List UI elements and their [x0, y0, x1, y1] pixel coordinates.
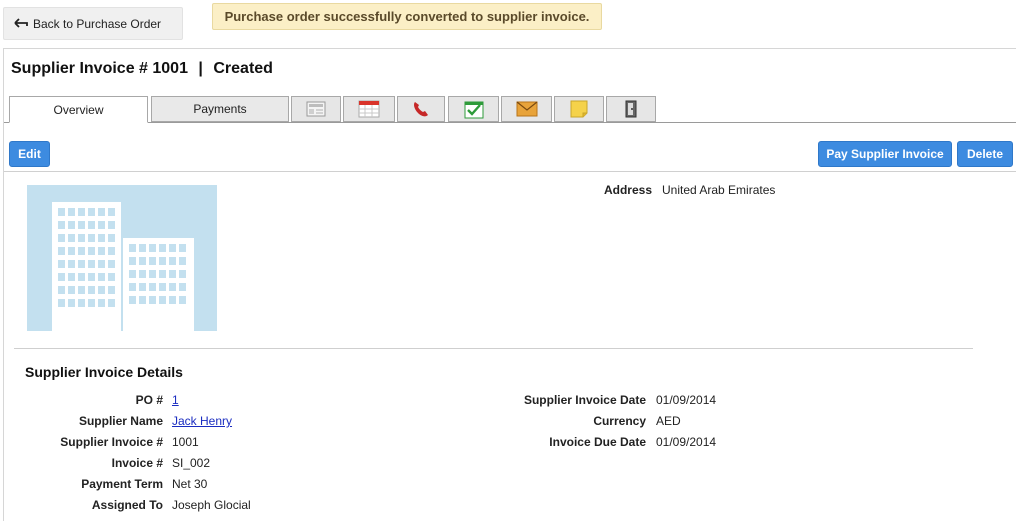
detail-label: Currency [593, 414, 646, 428]
tab-payments[interactable]: Payments [151, 96, 289, 122]
tab-phone[interactable] [397, 96, 445, 122]
delete-button[interactable]: Delete [957, 141, 1013, 167]
section-divider [14, 348, 973, 349]
tab-note[interactable] [554, 96, 604, 122]
detail-label: Invoice # [111, 456, 163, 470]
action-toolbar: Edit Pay Supplier Invoice Delete [4, 124, 1016, 172]
detail-value: Joseph Glocial [172, 498, 251, 512]
detail-label: Payment Term [81, 477, 163, 491]
details-left-list: PO # 1 Supplier Name Jack Henry Supplier… [4, 391, 716, 521]
detail-value: SI_002 [172, 456, 211, 470]
success-toast: Purchase order successfully converted to… [212, 3, 602, 30]
invoice-panel: Supplier Invoice # 1001 | Created Overvi… [3, 48, 1016, 521]
invoice-title: Supplier Invoice # 1001 [11, 60, 188, 77]
detail-value: AED [656, 414, 681, 428]
pay-supplier-invoice-button[interactable]: Pay Supplier Invoice [818, 141, 952, 167]
tab-email[interactable] [501, 96, 552, 122]
tab-calendar[interactable] [343, 96, 395, 122]
tab-task[interactable] [448, 96, 499, 122]
detail-row-assigned-to: Assigned To Joseph Glocial [4, 498, 644, 516]
detail-label: Supplier Invoice Date [523, 393, 646, 407]
detail-row-payment-term: Payment Term Net 30 [4, 477, 644, 495]
back-arrow-icon [14, 17, 28, 28]
phone-icon [414, 102, 428, 117]
tab-newsletter[interactable] [291, 96, 341, 122]
back-to-purchase-order-button[interactable]: Back to Purchase Order [3, 7, 183, 40]
detail-value: 01/09/2014 [656, 435, 717, 449]
exit-door-icon [625, 100, 637, 118]
building-icon [52, 202, 194, 331]
details-section-title: Supplier Invoice Details [25, 364, 183, 380]
back-button-label: Back to Purchase Order [33, 16, 162, 31]
detail-row-supplier-invoice-date: Supplier Invoice Date 01/09/2014 [4, 393, 716, 411]
detail-label: Assigned To [91, 498, 163, 512]
task-check-icon [464, 101, 483, 119]
tab-bar: Overview Payments [4, 95, 1016, 123]
address-value: United Arab Emirates [662, 183, 776, 197]
calendar-icon [358, 100, 380, 118]
invoice-status: Created [213, 60, 273, 77]
tab-label: Overview [53, 102, 104, 117]
top-bar: Back to Purchase Order Purchase order su… [0, 0, 1016, 48]
detail-value: 01/09/2014 [656, 393, 717, 407]
tab-baseline [4, 122, 1016, 123]
detail-value: Net 30 [172, 477, 208, 491]
detail-row-currency: Currency AED [4, 414, 680, 432]
supplier-image [27, 185, 217, 331]
detail-label: Invoice Due Date [549, 435, 646, 449]
page-title: Supplier Invoice # 1001 | Created [11, 60, 273, 78]
email-envelope-icon [516, 101, 537, 117]
detail-row-invoice-due-date: Invoice Due Date 01/09/2014 [4, 435, 716, 453]
title-separator: | [198, 60, 203, 77]
detail-row-invoice-number: Invoice # SI_002 [4, 456, 644, 474]
tab-exit[interactable] [606, 96, 656, 122]
tab-label: Payments [193, 102, 247, 116]
address-label: Address [603, 183, 652, 197]
newsletter-icon [306, 101, 326, 117]
note-icon [570, 100, 588, 118]
tab-overview[interactable]: Overview [9, 96, 148, 123]
edit-button[interactable]: Edit [9, 141, 50, 167]
